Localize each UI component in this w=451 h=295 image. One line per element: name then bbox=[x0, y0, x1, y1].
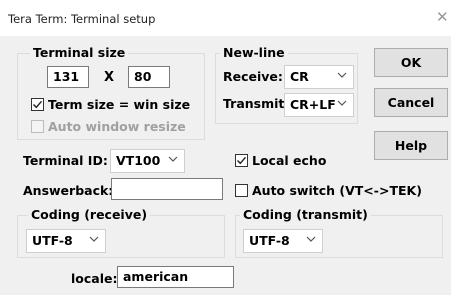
checkbox-box[interactable] bbox=[31, 98, 44, 111]
help-button[interactable]: Help bbox=[374, 131, 448, 160]
rows-input[interactable]: 80 bbox=[128, 66, 170, 88]
coding-transmit-value: UTF-8 bbox=[249, 233, 290, 248]
transmit-label: Transmit: bbox=[223, 96, 290, 111]
receive-value: CR bbox=[290, 69, 309, 84]
auto-window-resize-label: Auto window resize bbox=[48, 119, 186, 134]
auto-switch-label: Auto switch (VT<->TEK) bbox=[252, 183, 422, 198]
times-label: X bbox=[104, 70, 115, 85]
coding-receive-value: UTF-8 bbox=[32, 233, 73, 248]
auto-switch-checkbox[interactable]: Auto switch (VT<->TEK) bbox=[235, 183, 422, 199]
coding-transmit-legend: Coding (transmit) bbox=[240, 207, 371, 222]
receive-label: Receive: bbox=[223, 69, 283, 84]
answerback-input[interactable] bbox=[111, 178, 223, 200]
locale-input[interactable]: american bbox=[117, 266, 234, 288]
chevron-down-icon bbox=[89, 234, 99, 244]
cols-input[interactable]: 131 bbox=[47, 66, 89, 88]
chevron-down-icon bbox=[337, 70, 347, 80]
local-echo-checkbox[interactable]: Local echo bbox=[235, 153, 355, 169]
new-line-legend: New-line bbox=[220, 45, 288, 60]
checkmark-icon bbox=[33, 100, 43, 109]
terminal-id-value: VT100 bbox=[116, 153, 161, 168]
window-title: Tera Term: Terminal setup bbox=[8, 12, 156, 26]
transmit-select[interactable]: CR+LF bbox=[284, 93, 354, 117]
transmit-value: CR+LF bbox=[290, 97, 336, 112]
terminal-size-legend: Terminal size bbox=[30, 45, 129, 60]
checkbox-box[interactable] bbox=[31, 120, 44, 133]
terminal-id-select[interactable]: VT100 bbox=[110, 149, 185, 173]
close-icon[interactable]: ✕ bbox=[436, 9, 449, 25]
ok-button[interactable]: OK bbox=[374, 48, 448, 77]
checkmark-icon bbox=[237, 156, 247, 165]
answerback-label: Answerback: bbox=[23, 183, 114, 198]
local-echo-label: Local echo bbox=[252, 153, 327, 168]
term-size-win-size-label: Term size = win size bbox=[48, 97, 191, 112]
checkbox-box[interactable] bbox=[235, 154, 248, 167]
term-size-win-size-checkbox[interactable]: Term size = win size bbox=[31, 97, 201, 113]
cancel-button[interactable]: Cancel bbox=[374, 88, 448, 117]
terminal-id-label: Terminal ID: bbox=[23, 153, 108, 168]
checkbox-box[interactable] bbox=[235, 184, 248, 197]
auto-window-resize-checkbox[interactable]: Auto window resize bbox=[31, 119, 201, 135]
chevron-down-icon bbox=[306, 234, 316, 244]
coding-receive-select[interactable]: UTF-8 bbox=[26, 229, 106, 253]
locale-label: locale: bbox=[71, 271, 118, 286]
chevron-down-icon bbox=[168, 154, 178, 164]
coding-receive-legend: Coding (receive) bbox=[28, 207, 151, 222]
chevron-down-icon bbox=[337, 98, 347, 108]
coding-transmit-select[interactable]: UTF-8 bbox=[243, 229, 323, 253]
receive-select[interactable]: CR bbox=[284, 65, 354, 89]
